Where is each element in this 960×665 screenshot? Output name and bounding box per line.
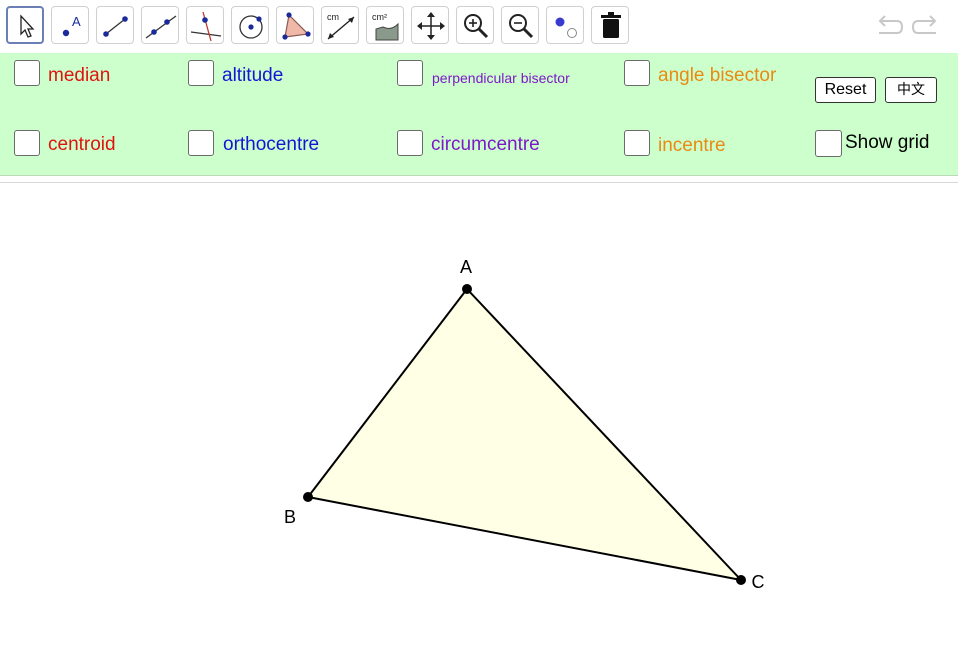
perpendicular-bisector-checkbox[interactable]	[397, 60, 423, 86]
area-icon: cm²	[372, 12, 399, 41]
centroid-checkbox[interactable]	[14, 130, 40, 156]
altitude-label: altitude	[222, 65, 284, 86]
median-label: median	[48, 65, 111, 86]
point-label-icon: A	[62, 14, 81, 37]
redo-icon	[911, 15, 937, 34]
distance-tool-label: cm	[327, 12, 339, 22]
centroid-label: centroid	[48, 134, 116, 155]
line-icon	[145, 15, 177, 39]
toolbar: A cm cm²	[0, 0, 960, 52]
point-a[interactable]	[462, 284, 472, 294]
trash-icon	[601, 12, 621, 38]
altitude-checkbox[interactable]	[188, 60, 214, 86]
language-toggle-button[interactable]: 中文	[885, 77, 937, 103]
point-c-label: C	[752, 572, 765, 592]
move-tool[interactable]	[6, 6, 44, 44]
move-graphics-view-tool[interactable]	[411, 6, 449, 44]
point-c[interactable]	[736, 575, 746, 585]
polygon-icon	[282, 12, 311, 40]
zoom-out-tool[interactable]	[501, 6, 539, 44]
point-a-label: A	[460, 257, 472, 277]
orthocentre-label: orthocentre	[223, 134, 320, 155]
line-tool[interactable]	[141, 6, 179, 44]
perpendicular-line-icon	[190, 11, 222, 42]
circle-center-point-icon	[239, 15, 263, 39]
distance-length-icon: cm	[327, 12, 355, 40]
segment-icon	[103, 16, 128, 37]
circumcentre-checkbox[interactable]	[397, 130, 423, 156]
construction-options-panel: median altitude perpendicular bisector a…	[0, 53, 958, 176]
circumcentre-label: circumcentre	[431, 134, 540, 155]
point-b[interactable]	[303, 492, 313, 502]
point-tool[interactable]: A	[51, 6, 89, 44]
zoom-in-icon	[464, 14, 489, 39]
show-grid-label: Show grid	[845, 132, 930, 153]
perpendicular-bisector-label: perpendicular bisector	[432, 70, 570, 86]
incentre-label: incentre	[658, 135, 726, 156]
area-tool-label: cm²	[372, 12, 387, 22]
graphics-view[interactable]: A B C	[0, 183, 960, 660]
orthocentre-checkbox[interactable]	[188, 130, 214, 156]
angle-bisector-checkbox[interactable]	[624, 60, 650, 86]
move-arrows-icon	[417, 12, 445, 40]
show-grid-checkbox[interactable]	[815, 130, 842, 157]
polygon-tool[interactable]	[276, 6, 314, 44]
triangle-abc[interactable]	[307, 288, 742, 581]
show-hide-object-tool[interactable]	[546, 6, 584, 44]
angle-bisector-label: angle bisector	[658, 65, 777, 86]
redo-button[interactable]	[910, 12, 942, 40]
perpendicular-line-tool[interactable]	[186, 6, 224, 44]
median-checkbox[interactable]	[14, 60, 40, 86]
point-tool-label: A	[72, 14, 81, 29]
area-tool[interactable]: cm²	[366, 6, 404, 44]
distance-tool[interactable]: cm	[321, 6, 359, 44]
cursor-arrow-icon	[20, 14, 35, 38]
point-b-label: B	[284, 507, 296, 527]
undo-button[interactable]	[873, 12, 905, 40]
undo-icon	[878, 15, 904, 34]
triangle-drawing: A B C	[284, 257, 765, 592]
zoom-out-icon	[509, 14, 534, 39]
show-hide-icon	[555, 17, 577, 38]
zoom-in-tool[interactable]	[456, 6, 494, 44]
circle-tool[interactable]	[231, 6, 269, 44]
segment-tool[interactable]	[96, 6, 134, 44]
reset-button[interactable]: Reset	[815, 77, 876, 103]
delete-tool[interactable]	[591, 6, 629, 44]
incentre-checkbox[interactable]	[624, 130, 650, 156]
